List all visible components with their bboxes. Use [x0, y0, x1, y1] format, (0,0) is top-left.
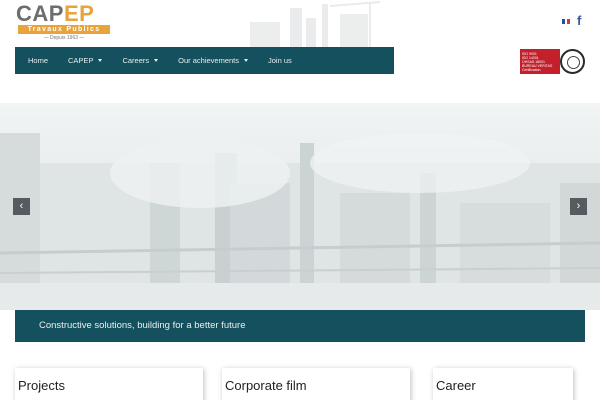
logo-since: — Depuis 1963 —: [43, 35, 85, 41]
caret-down-icon: [244, 59, 249, 62]
card-projects[interactable]: Projects: [15, 368, 203, 400]
facebook-icon[interactable]: f: [577, 14, 587, 28]
capep-logo[interactable]: CAPEP Travaux Publics — Depuis 1963 —: [14, 1, 114, 42]
certification-badge: ISO 9001 ISO 14001 OHSAS 18001 BUREAU VE…: [520, 49, 585, 74]
nav-item-home[interactable]: Home: [15, 47, 55, 74]
hero-slider: [0, 103, 600, 310]
nav-item-join-us[interactable]: Join us: [255, 47, 299, 74]
main-navigation: Home CAPEP Careers Our achievements Join…: [15, 47, 394, 74]
card-title: Career: [436, 378, 476, 393]
nav-item-careers[interactable]: Careers: [109, 47, 165, 74]
caret-down-icon: [98, 59, 103, 62]
site-header: CAPEP Travaux Publics — Depuis 1963 — f …: [0, 0, 600, 100]
caret-down-icon: [154, 59, 159, 62]
hero-industrial-image: [0, 133, 600, 310]
card-title: Corporate film: [225, 378, 307, 393]
french-flag-icon[interactable]: [562, 19, 571, 24]
header-industrial-background: [250, 1, 381, 47]
card-title: Projects: [18, 378, 65, 393]
card-career[interactable]: Career: [433, 368, 573, 400]
nav-item-our-achievements[interactable]: Our achievements: [165, 47, 255, 74]
card-corporate-film[interactable]: Corporate film: [222, 368, 410, 400]
slider-next-button[interactable]: ›: [570, 198, 587, 215]
slider-prev-button[interactable]: ‹: [13, 198, 30, 215]
logo-wordmark: CAPEP: [16, 1, 95, 26]
nav-item-capep[interactable]: CAPEP: [55, 47, 109, 74]
certification-label: ISO 9001 ISO 14001 OHSAS 18001 BUREAU VE…: [520, 49, 560, 74]
bureau-veritas-seal-icon: [560, 49, 585, 74]
logo-subtitle: Travaux Publics: [18, 25, 110, 34]
page: CAPEP Travaux Publics — Depuis 1963 — f …: [0, 0, 600, 400]
tagline-banner: Constructive solutions, building for a b…: [15, 310, 585, 342]
